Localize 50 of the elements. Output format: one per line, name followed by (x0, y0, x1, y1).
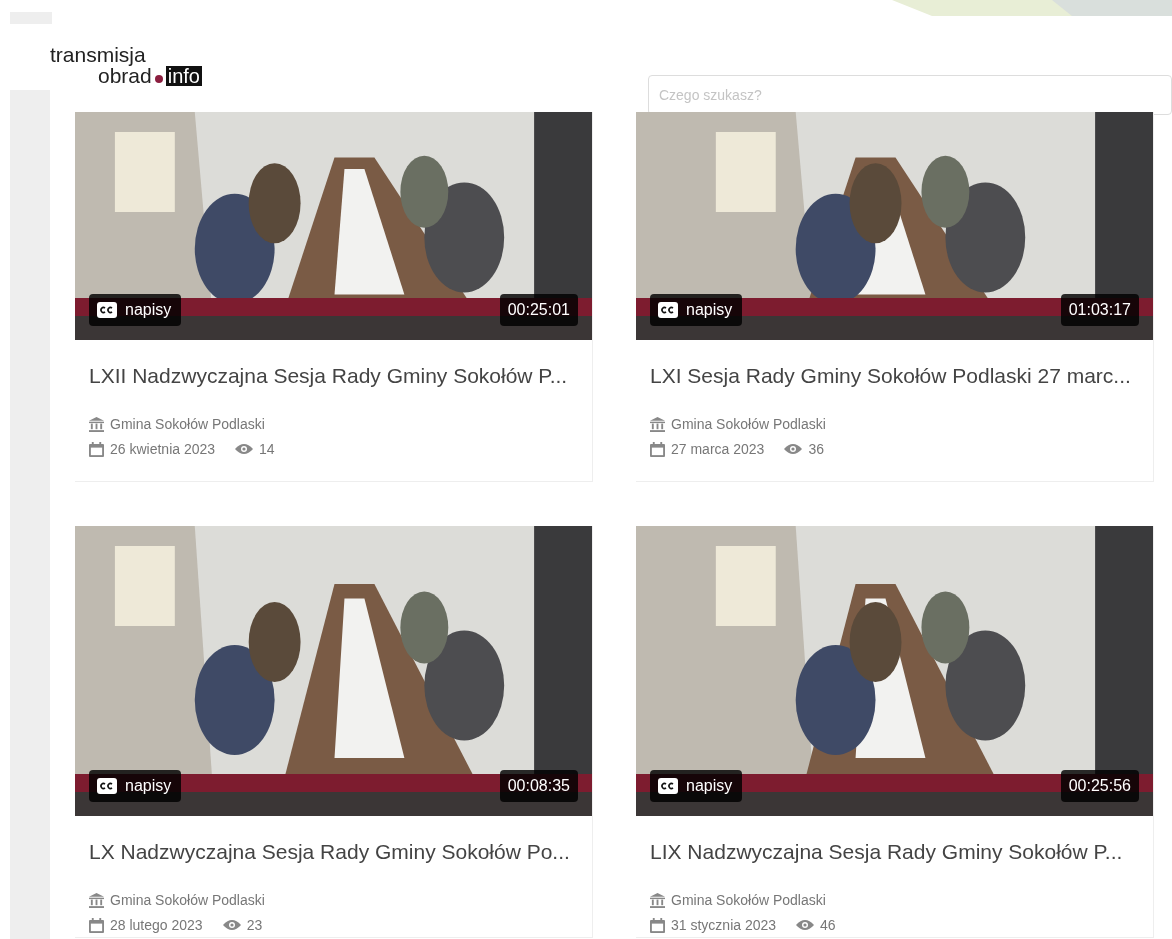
logo[interactable]: transmisja obrad info (50, 44, 643, 86)
eye-icon (235, 443, 254, 455)
video-card[interactable]: napisy 00:08:35 LX Nadzwyczajna Sesja Rady Gminy Sokołów Po... Gmina Sokołów Podlaski 28 lutego 2023 23 (75, 526, 593, 938)
date-text: 27 marca 2023 (671, 439, 765, 459)
captions-icon (97, 778, 117, 794)
date-text: 31 stycznia 2023 (671, 915, 777, 935)
organizer-text: Gmina Sokołów Podlaski (110, 414, 265, 434)
organizer-text: Gmina Sokołów Podlaski (671, 414, 826, 434)
captions-badge: napisy (89, 294, 182, 326)
captions-icon (97, 302, 117, 318)
captions-badge: napisy (89, 770, 182, 802)
calendar-icon (89, 441, 104, 457)
captions-badge: napisy (650, 294, 743, 326)
logo-text: obrad (98, 65, 152, 86)
duration-badge: 01:03:17 (1060, 294, 1139, 326)
video-title[interactable]: LXII Nadzwyczajna Sesja Rady Gminy Sokołów P... (89, 360, 592, 392)
building-icon (650, 892, 665, 908)
video-card[interactable]: napisy 00:25:01 LXII Nadzwyczajna Sesja Rady Gminy Sokołów P... Gmina Sokołów Podlaski 26 kwietnia 2023 14 (75, 112, 593, 482)
organizer-text: Gmina Sokołów Podlaski (110, 890, 265, 910)
view-count: 46 (820, 915, 836, 935)
building-icon (650, 416, 665, 432)
dot-icon (154, 74, 163, 83)
view-count: 14 (259, 439, 275, 459)
captions-badge: napisy (650, 770, 743, 802)
eye-icon (784, 443, 803, 455)
video-title[interactable]: LIX Nadzwyczajna Sesja Rady Gminy Sokołów P... (650, 836, 1153, 868)
calendar-icon (650, 441, 665, 457)
building-icon (89, 416, 104, 432)
calendar-icon (89, 917, 104, 933)
duration-badge: 00:25:56 (1060, 770, 1139, 802)
video-title[interactable]: LX Nadzwyczajna Sesja Rady Gminy Sokołów Po... (89, 836, 592, 868)
eye-icon (222, 919, 241, 931)
date-text: 28 lutego 2023 (110, 915, 203, 935)
duration-badge: 00:08:35 (499, 770, 578, 802)
duration-badge: 00:25:01 (499, 294, 578, 326)
date-text: 26 kwietnia 2023 (110, 439, 216, 459)
view-count: 23 (246, 915, 263, 935)
search-field[interactable]: Czego szukasz? (647, 75, 1172, 115)
captions-icon (658, 302, 678, 318)
view-count: 36 (808, 439, 824, 459)
organizer-text: Gmina Sokołów Podlaski (671, 890, 826, 910)
video-card[interactable]: napisy 01:03:17 LXI Sesja Rady Gminy Sokołów Podlaski 27 marc... Gmina Sokołów Podlaski 27 marca 2023 36 (636, 112, 1154, 482)
building-icon (89, 892, 104, 908)
video-card[interactable]: napisy 00:25:56 LIX Nadzwyczajna Sesja Rady Gminy Sokołów P... Gmina Sokołów Podlaski 31 stycznia 2023 46 (636, 526, 1154, 938)
logo-text: transmisja (50, 44, 147, 65)
captions-icon (658, 778, 678, 794)
calendar-icon (650, 917, 665, 933)
logo-badge: info (165, 65, 202, 86)
eye-icon (796, 919, 815, 931)
video-title[interactable]: LXI Sesja Rady Gminy Sokołów Podlaski 27 marc... (650, 360, 1153, 392)
